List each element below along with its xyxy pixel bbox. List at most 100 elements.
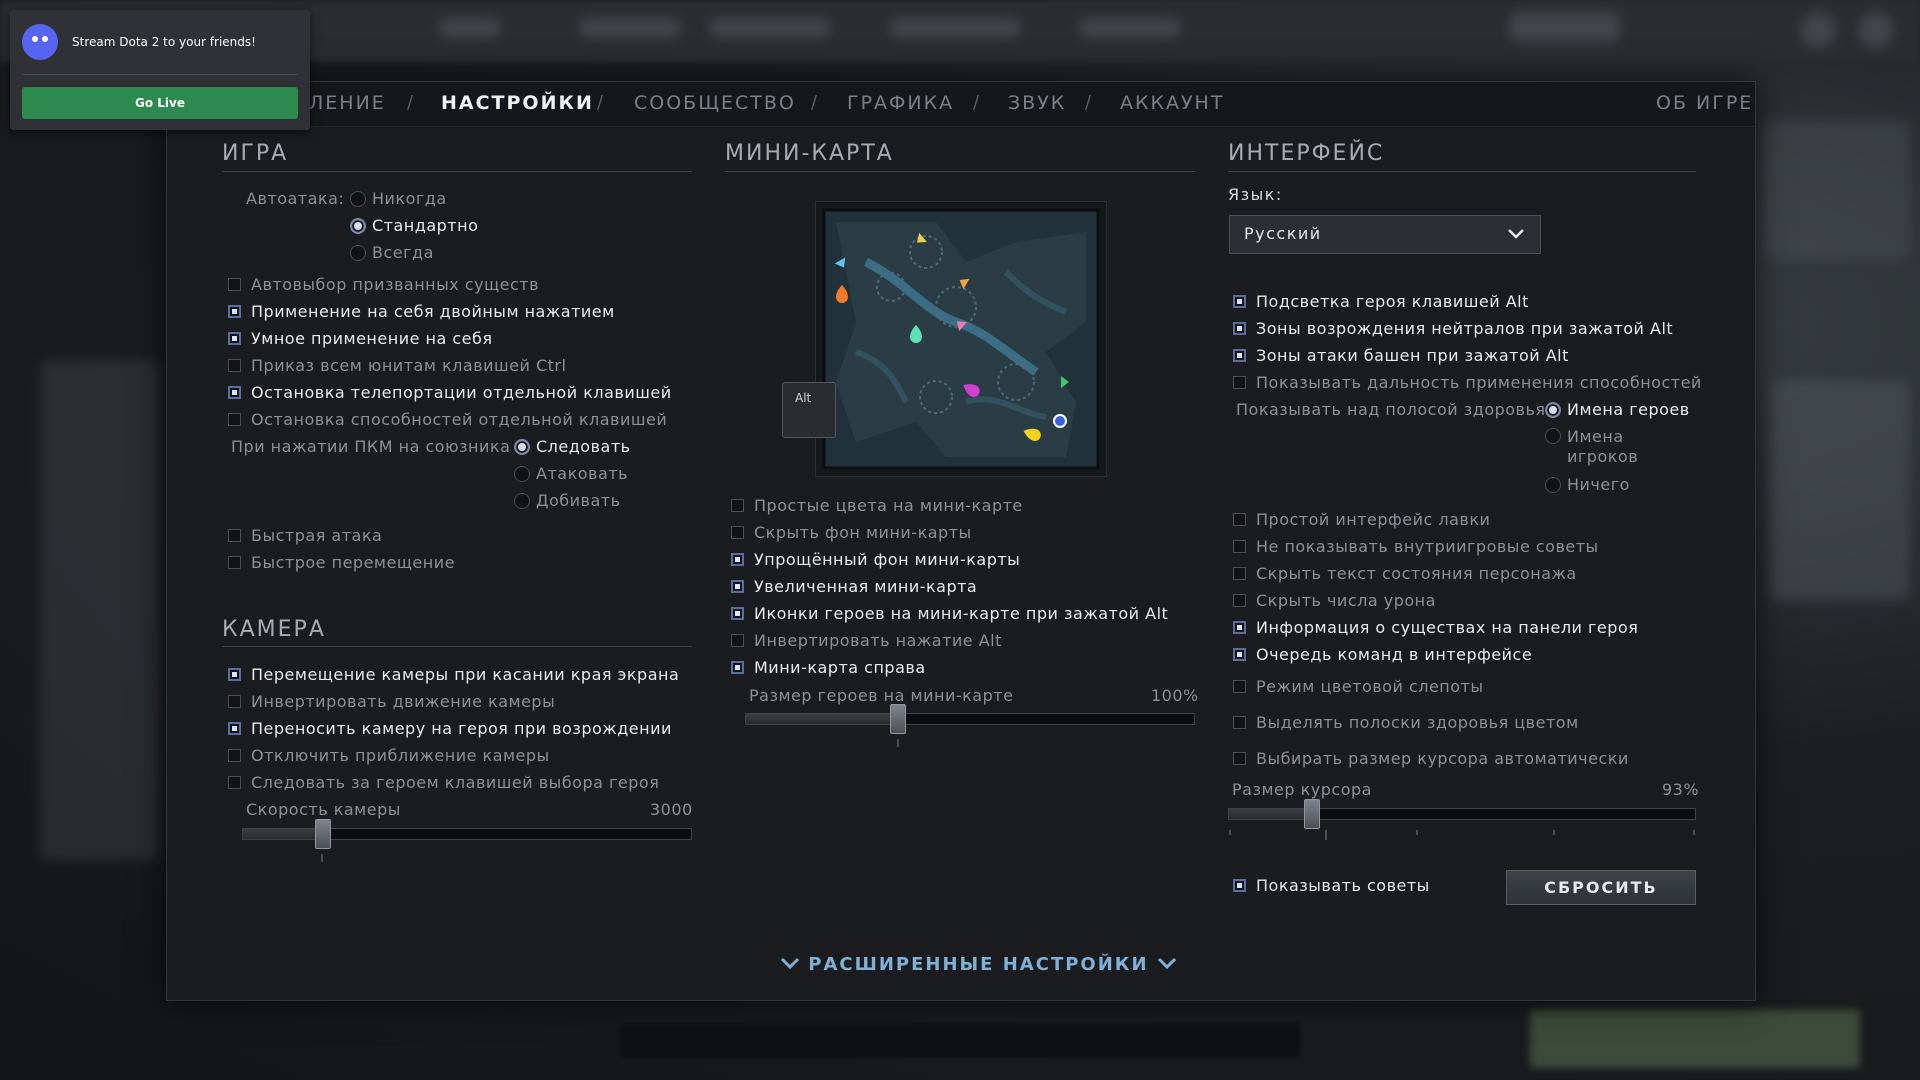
radio-button[interactable] [514, 492, 530, 509]
checkbox-option[interactable]: Иконки героев на мини-карте при зажатой … [731, 604, 1168, 623]
checkbox[interactable] [731, 526, 744, 539]
tab-settings[interactable]: НАСТРОЙКИ [441, 92, 594, 114]
checkbox[interactable] [731, 634, 744, 647]
checkbox[interactable] [228, 278, 241, 291]
checkbox[interactable] [1233, 376, 1246, 389]
checkbox[interactable] [1233, 680, 1246, 693]
hero-size-slider[interactable] [745, 713, 1195, 725]
checkbox-option[interactable]: Зоны возрождения нейтралов при зажатой A… [1233, 319, 1673, 338]
checkbox[interactable] [731, 661, 744, 674]
checkbox[interactable] [228, 332, 241, 345]
checkbox-option[interactable]: Простые цвета на мини-карте [731, 496, 1023, 515]
checkbox-option[interactable]: Автовыбор призванных существ [228, 275, 539, 294]
checkbox-option[interactable]: Простой интерфейс лавки [1233, 510, 1490, 529]
checkbox-option[interactable]: Скрыть текст состояния персонажа [1233, 564, 1577, 583]
radio-autoattack-never[interactable]: Никогда [350, 189, 447, 208]
camera-speed-slider[interactable] [242, 828, 692, 840]
tab-graphics[interactable]: ГРАФИКА [847, 92, 954, 114]
radio-rmb-follow[interactable]: Следовать [514, 437, 631, 456]
checkbox-option[interactable]: Мини-карта справа [731, 658, 926, 677]
radio-health-player-names[interactable]: Имена игроков [1545, 427, 1657, 467]
checkbox-option[interactable]: Быстрое перемещение [228, 553, 455, 572]
checkbox[interactable] [1233, 540, 1246, 553]
checkbox[interactable] [228, 722, 241, 735]
checkbox-option[interactable]: Остановка телепортации отдельной клавише… [228, 383, 672, 402]
checkbox-option[interactable]: Показывать дальность применения способно… [1233, 373, 1702, 392]
radio-button[interactable] [514, 465, 530, 482]
checkbox[interactable] [1233, 322, 1246, 335]
checkbox-option[interactable]: Умное применение на себя [228, 329, 493, 348]
checkbox-option[interactable]: Применение на себя двойным нажатием [228, 302, 615, 321]
checkbox-option[interactable]: Информация о существах на панели героя [1233, 618, 1638, 637]
checkbox-option[interactable]: Упрощённый фон мини-карты [731, 550, 1020, 569]
tab-sound[interactable]: ЗВУК [1008, 92, 1066, 114]
radio-autoattack-standard[interactable]: Стандартно [350, 216, 478, 235]
checkbox-option[interactable]: Быстрая атака [228, 526, 382, 545]
checkbox-option[interactable]: Перемещение камеры при касании края экра… [228, 665, 679, 684]
camera-speed-slider-handle[interactable] [315, 819, 331, 849]
checkbox[interactable] [731, 499, 744, 512]
radio-rmb-deny[interactable]: Добивать [514, 491, 621, 510]
checkbox-option[interactable]: Выбирать размер курсора автоматически [1233, 749, 1629, 768]
checkbox-option[interactable]: Инвертировать движение камеры [228, 692, 555, 711]
checkbox-option[interactable]: Скрыть фон мини-карты [731, 523, 972, 542]
checkbox-option[interactable]: Очередь команд в интерфейсе [1233, 645, 1532, 664]
checkbox[interactable] [228, 695, 241, 708]
checkbox[interactable] [1233, 567, 1246, 580]
cursor-size-slider-handle[interactable] [1304, 799, 1321, 829]
checkbox-option[interactable]: Следовать за героем клавишей выбора геро… [228, 773, 659, 792]
checkbox[interactable] [731, 607, 744, 620]
cursor-size-slider[interactable] [1228, 808, 1696, 820]
hero-size-slider-handle[interactable] [890, 704, 906, 734]
checkbox[interactable] [228, 413, 241, 426]
tab-controls[interactable]: ЛЕНИЕ [309, 92, 386, 114]
checkbox-option[interactable]: Приказ всем юнитам клавишей Ctrl [228, 356, 566, 375]
radio-button[interactable] [514, 438, 530, 455]
checkbox[interactable] [228, 305, 241, 318]
checkbox[interactable] [1233, 621, 1246, 634]
checkbox-option[interactable]: Зоны атаки башен при зажатой Alt [1233, 346, 1569, 365]
checkbox[interactable] [1233, 349, 1246, 362]
radio-health-hero-names[interactable]: Имена героев [1545, 400, 1690, 419]
checkbox[interactable] [228, 776, 241, 789]
checkbox[interactable] [228, 529, 241, 542]
checkbox-option[interactable]: Не показывать внутриигровые советы [1233, 537, 1599, 556]
tab-community[interactable]: СООБЩЕСТВО [634, 92, 796, 114]
checkbox[interactable] [1233, 879, 1246, 892]
checkbox[interactable] [228, 556, 241, 569]
checkbox-option[interactable]: Подсветка героя клавишей Alt [1233, 292, 1529, 311]
checkbox[interactable] [1233, 594, 1246, 607]
checkbox-option[interactable]: Увеличенная мини-карта [731, 577, 977, 596]
radio-button[interactable] [1545, 428, 1561, 444]
checkbox[interactable] [1233, 513, 1246, 526]
radio-button[interactable] [350, 217, 366, 234]
checkbox[interactable] [1233, 752, 1246, 765]
checkbox[interactable] [228, 668, 241, 681]
checkbox[interactable] [1233, 295, 1246, 308]
checkbox[interactable] [1233, 648, 1246, 661]
radio-rmb-attack[interactable]: Атаковать [514, 464, 628, 483]
reset-button[interactable]: СБРОСИТЬ [1506, 870, 1696, 905]
radio-button[interactable] [1545, 401, 1561, 418]
tab-account[interactable]: АККАУНТ [1120, 92, 1224, 114]
checkbox-option[interactable]: Инвертировать нажатие Alt [731, 631, 1002, 650]
checkbox-option[interactable]: Переносить камеру на героя при возрожден… [228, 719, 672, 738]
go-live-button[interactable]: Go Live [22, 87, 298, 119]
checkbox-option[interactable]: Выделять полоски здоровья цветом [1233, 713, 1579, 732]
checkbox-option[interactable]: Режим цветовой слепоты [1233, 677, 1484, 696]
checkbox[interactable] [228, 749, 241, 762]
radio-health-nothing[interactable]: Ничего [1545, 475, 1630, 494]
radio-button[interactable] [350, 190, 366, 207]
checkbox[interactable] [228, 386, 241, 399]
radio-button[interactable] [350, 244, 366, 261]
radio-button[interactable] [1545, 476, 1561, 493]
checkbox[interactable] [731, 553, 744, 566]
checkbox-option[interactable]: Отключить приближение камеры [228, 746, 550, 765]
advanced-settings-toggle[interactable]: РАСШИРЕННЫЕ НАСТРОЙКИ [780, 954, 1177, 975]
checkbox-show-tips[interactable]: Показывать советы [1233, 876, 1430, 895]
tab-about[interactable]: ОБ ИГРЕ [1656, 92, 1753, 114]
checkbox-option[interactable]: Скрыть числа урона [1233, 591, 1436, 610]
checkbox-option[interactable]: Остановка способностей отдельной клавише… [228, 410, 667, 429]
checkbox[interactable] [731, 580, 744, 593]
language-dropdown[interactable]: Русский [1229, 215, 1541, 254]
